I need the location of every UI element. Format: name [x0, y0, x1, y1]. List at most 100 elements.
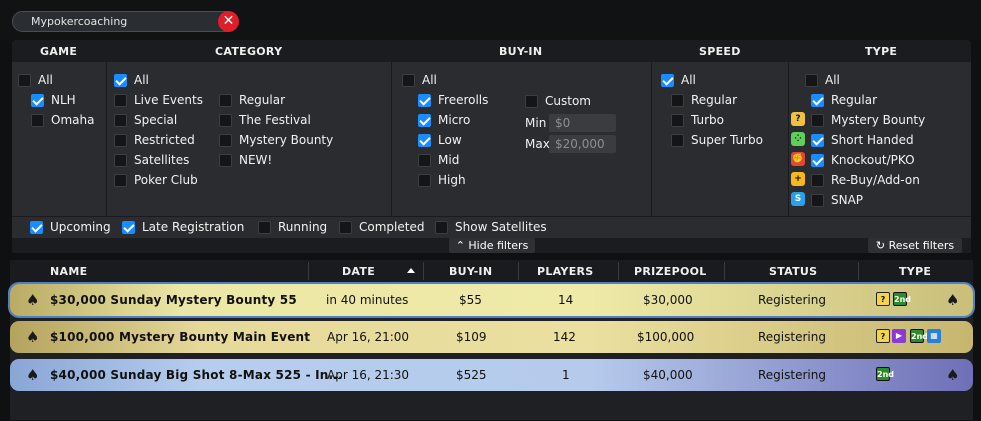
- checkbox[interactable]: [258, 221, 271, 234]
- checkbox[interactable]: [219, 114, 232, 127]
- checkbox[interactable]: [114, 74, 127, 87]
- tournament-prizepool: $40,000: [643, 368, 693, 382]
- checkbox-label: Low: [438, 133, 462, 147]
- checkbox[interactable]: [30, 221, 43, 234]
- checkbox[interactable]: [114, 94, 127, 107]
- checkbox-label: Completed: [359, 220, 425, 234]
- checkbox-label: NLH: [51, 93, 76, 107]
- checkbox[interactable]: [418, 174, 431, 187]
- table-row[interactable]: ♠ $100,000 Mystery Bounty Main Event Apr…: [10, 321, 973, 353]
- checkbox-label: Poker Club: [134, 173, 198, 187]
- checkbox[interactable]: [811, 154, 824, 167]
- column-date[interactable]: DATE: [342, 265, 375, 278]
- checkbox[interactable]: [219, 94, 232, 107]
- checkbox-label: Show Satellites: [455, 220, 547, 234]
- column-name[interactable]: NAME: [50, 265, 87, 278]
- tournament-prizepool: $30,000: [643, 293, 693, 307]
- checkbox[interactable]: [805, 74, 818, 87]
- spade-icon: ♠: [946, 366, 960, 384]
- checkbox[interactable]: [671, 114, 684, 127]
- checkbox-label: Restricted: [134, 133, 195, 147]
- divider: [391, 62, 392, 216]
- search-input[interactable]: Mypokercoaching: [12, 11, 238, 32]
- checkbox[interactable]: [418, 114, 431, 127]
- checkbox[interactable]: [31, 94, 44, 107]
- checkbox[interactable]: [114, 174, 127, 187]
- filter-panel: GAME CATEGORY BUY-IN SPEED TYPE All NLH …: [12, 40, 971, 253]
- calendar-icon: ▦: [927, 329, 941, 343]
- reset-filters-button[interactable]: ↻ Reset filters: [868, 238, 962, 253]
- tournament-date: Apr 16, 21:00: [327, 330, 410, 344]
- sort-ascending-icon: [407, 268, 415, 273]
- checkbox-label: Custom: [545, 94, 591, 108]
- divider: [618, 262, 619, 280]
- checkbox-label: Freerolls: [438, 93, 489, 107]
- refresh-icon: ↻: [875, 239, 886, 252]
- checkbox[interactable]: [661, 74, 674, 87]
- max-label: Max: [525, 137, 550, 151]
- checkbox[interactable]: [435, 221, 448, 234]
- checkbox[interactable]: [31, 114, 44, 127]
- hide-filters-button[interactable]: ⌃ Hide filters: [449, 238, 535, 253]
- clear-search-icon[interactable]: ✕: [218, 11, 239, 32]
- checkbox[interactable]: [811, 94, 824, 107]
- checkbox[interactable]: [811, 134, 824, 147]
- checkbox[interactable]: [525, 95, 538, 108]
- divider: [788, 62, 789, 216]
- hide-filters-label: Hide filters: [468, 239, 529, 252]
- checkbox[interactable]: [418, 134, 431, 147]
- checkbox[interactable]: [418, 94, 431, 107]
- checkbox[interactable]: [811, 174, 824, 187]
- column-status[interactable]: STATUS: [769, 265, 817, 278]
- checkbox-label: Running: [278, 220, 328, 234]
- column-prizepool[interactable]: PRIZEPOOL: [634, 265, 707, 278]
- checkbox[interactable]: [671, 94, 684, 107]
- checkbox-label: High: [438, 173, 466, 187]
- checkbox[interactable]: [18, 74, 31, 87]
- checkbox[interactable]: [671, 134, 684, 147]
- snap-icon: S: [791, 192, 805, 206]
- reset-filters-label: Reset filters: [888, 239, 955, 252]
- checkbox-label: Knockout/PKO: [831, 153, 915, 167]
- checkbox-label: All: [38, 73, 53, 87]
- checkbox-label: The Festival: [239, 113, 311, 127]
- checkbox[interactable]: [339, 221, 352, 234]
- table-row[interactable]: ♠ $40,000 Sunday Big Shot 8-Max 525 - In…: [10, 359, 973, 391]
- category-header: CATEGORY: [215, 45, 283, 58]
- tournament-players: 1: [562, 368, 570, 382]
- filter-header: GAME CATEGORY BUY-IN SPEED TYPE: [12, 40, 971, 62]
- column-players[interactable]: PLAYERS: [537, 265, 594, 278]
- chevron-up-icon: ⌃: [455, 239, 465, 252]
- max-buyin-input[interactable]: $20,000: [549, 135, 616, 153]
- checkbox-label: Micro: [438, 113, 471, 127]
- checkbox-label: Special: [134, 113, 178, 127]
- second-chance-icon: 2nd: [910, 329, 928, 343]
- checkbox-label: All: [422, 73, 437, 87]
- column-type[interactable]: TYPE: [899, 265, 931, 278]
- checkbox-label: Regular: [691, 93, 738, 107]
- checkbox[interactable]: [219, 154, 232, 167]
- table-header: NAME DATE BUY-IN PLAYERS PRIZEPOOL STATU…: [10, 260, 973, 282]
- min-buyin-input[interactable]: $0: [549, 114, 616, 132]
- checkbox-label: Regular: [831, 93, 878, 107]
- checkbox-label: Regular: [239, 93, 286, 107]
- checkbox[interactable]: [402, 74, 415, 87]
- tournament-buyin: $55: [459, 293, 482, 307]
- tournament-status: Registering: [758, 330, 826, 344]
- checkbox[interactable]: [114, 154, 127, 167]
- checkbox[interactable]: [114, 134, 127, 147]
- checkbox-label: Turbo: [691, 113, 725, 127]
- divider: [106, 62, 107, 216]
- checkbox[interactable]: [122, 221, 135, 234]
- search-row: Mypokercoaching ✕: [0, 0, 981, 40]
- checkbox[interactable]: [114, 114, 127, 127]
- table-row[interactable]: ♠ $30,000 Sunday Mystery Bounty 55 in 40…: [10, 284, 973, 316]
- checkbox[interactable]: [811, 194, 824, 207]
- mystery-bounty-icon: ?: [791, 112, 805, 126]
- column-buyin[interactable]: BUY-IN: [449, 265, 492, 278]
- status-filter-row: Upcoming Late Registration Running Compl…: [12, 216, 971, 238]
- min-label: Min: [525, 116, 547, 130]
- checkbox[interactable]: [811, 114, 824, 127]
- checkbox[interactable]: [418, 154, 431, 167]
- checkbox[interactable]: [219, 134, 232, 147]
